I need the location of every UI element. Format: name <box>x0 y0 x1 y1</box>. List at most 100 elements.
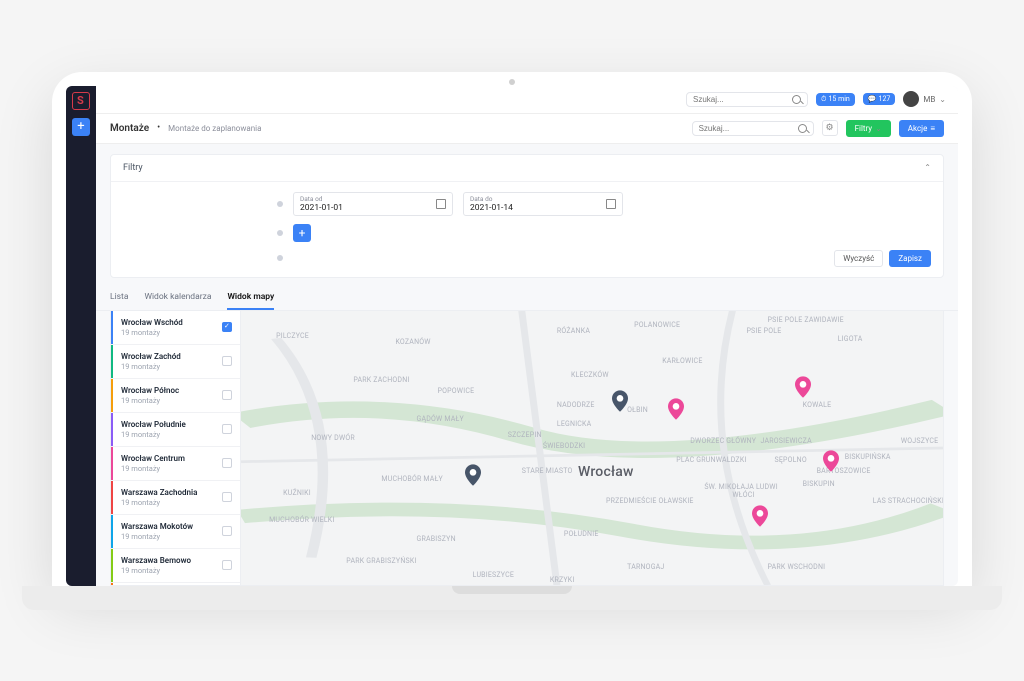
map-district-label: NADODRZE <box>557 401 595 409</box>
global-search[interactable] <box>686 92 808 107</box>
sidebar-item-sub: 19 montaży <box>121 464 185 473</box>
map-pin[interactable] <box>823 450 839 472</box>
map-district-label: KARŁOWICE <box>662 357 702 365</box>
map-district-label: Las Strachociński <box>873 497 943 505</box>
map-district-label: STARE MIASTO <box>522 467 573 475</box>
map-pin[interactable] <box>668 398 684 420</box>
sidebar-item[interactable]: Wrocław Wschód19 montaży <box>111 311 240 345</box>
global-search-input[interactable] <box>693 95 788 104</box>
page-search-input[interactable] <box>699 124 794 133</box>
map-district-label: PILCZYCE <box>276 332 309 340</box>
checkbox[interactable] <box>222 322 232 332</box>
map-district-label: PLAC GRUNWALDZKI <box>676 456 746 464</box>
map-district-label: KOWALE <box>803 401 832 409</box>
page-search[interactable] <box>692 121 814 136</box>
map-district-label: MUCHOBÓR WIELKI <box>269 516 334 524</box>
rail-add-button[interactable]: + <box>72 118 90 136</box>
chevron-up-icon[interactable]: ⌃ <box>924 163 931 172</box>
map-district-label: KOZANÓW <box>395 338 430 346</box>
map-district-label: SZCZEPIN <box>508 431 542 439</box>
user-menu[interactable]: MB ⌄ <box>903 91 946 107</box>
page-subtitle: Montaże do zaplanowania <box>168 124 261 133</box>
map-district-label: MUCHOBÓR MAŁY <box>381 475 443 483</box>
map-district-label: PSIE POLE <box>746 327 781 335</box>
checkbox[interactable] <box>222 560 232 570</box>
sidebar-item[interactable]: Warszawa Zachodnia19 montaży <box>111 481 240 515</box>
filters-button[interactable]: Filtry ⌄ <box>846 120 891 137</box>
checkbox[interactable] <box>222 424 232 434</box>
checkbox[interactable] <box>222 526 232 536</box>
sidebar-item[interactable]: Wrocław Północ19 montaży <box>111 379 240 413</box>
filters-panel: Filtry ⌃ Data od 2021-01-01 Data do 2021… <box>110 154 944 278</box>
map-district-label: GĄDÓW MAŁY <box>417 415 464 423</box>
map-pin[interactable] <box>612 390 628 412</box>
sidebar-item[interactable]: Wrocław Południe19 montaży <box>111 413 240 447</box>
map-district-label: KLECZKÓW <box>571 371 609 379</box>
user-initials: MB <box>923 95 935 104</box>
map-pin[interactable] <box>465 464 481 486</box>
checkbox[interactable] <box>222 458 232 468</box>
date-from-field[interactable]: Data od 2021-01-01 <box>293 192 453 216</box>
map-district-label: WOJSZYCE <box>901 437 938 445</box>
sidebar-item[interactable]: Warszawa Bemowo19 montaży <box>111 549 240 583</box>
sidebar-item-title: Wrocław Wschód <box>121 318 183 327</box>
map-district-label: TARNOGAJ <box>627 563 664 571</box>
map-district-label: SĘPOLNO <box>775 456 807 464</box>
actions-button[interactable]: Akcje ≡ <box>899 120 944 137</box>
sidebar-item[interactable]: Wrocław Centrum19 montaży <box>111 447 240 481</box>
clear-button[interactable]: Wyczyść <box>834 250 883 267</box>
add-filter-button[interactable]: + <box>293 224 311 242</box>
tab-list[interactable]: Lista <box>110 286 128 310</box>
map-city-label: Wrocław <box>578 464 634 480</box>
tab-map[interactable]: Widok mapy <box>227 286 274 310</box>
timer-badge-text: 15 min <box>828 95 849 103</box>
timer-badge[interactable]: ⏱ 15 min <box>816 93 855 106</box>
checkbox[interactable] <box>222 390 232 400</box>
calendar-icon <box>436 199 446 209</box>
sidebar-item[interactable]: Warszawa Śródmieście19 montaży <box>111 583 240 585</box>
settings-button[interactable]: ⚙ <box>822 120 838 136</box>
chevron-down-icon: ⌄ <box>875 124 882 133</box>
sidebar-item-sub: 19 montaży <box>121 532 193 541</box>
app-logo[interactable] <box>72 92 90 110</box>
checkbox[interactable] <box>222 492 232 502</box>
sidebar-item-sub: 19 montaży <box>121 498 197 507</box>
map-pin[interactable] <box>795 376 811 398</box>
sidebar-item[interactable]: Wrocław Zachód19 montaży <box>111 345 240 379</box>
map-district-label: GRABISZYN <box>417 535 456 543</box>
map-canvas[interactable]: PILCZYCEKOZANÓWRÓŻANKAPOLANOWICEPSIE POL… <box>241 311 943 585</box>
sidebar-item-title: Warszawa Bemowo <box>121 556 191 565</box>
page-title: Montaże <box>110 123 149 134</box>
map-district-label: NOWY DWÓR <box>311 434 355 442</box>
date-to-field[interactable]: Data do 2021-01-14 <box>463 192 623 216</box>
menu-icon: ≡ <box>930 124 935 133</box>
map-district-label: Park Zachodni <box>353 376 409 384</box>
map-district-label: POŁUDNIE <box>564 530 599 538</box>
map-district-label: PSIE POLE ZAWIDAWIE <box>768 316 844 324</box>
sidebar-item-title: Warszawa Zachodnia <box>121 488 197 497</box>
map-district-label: POPOWICE <box>438 387 475 395</box>
chevron-down-icon: ⌄ <box>939 95 946 104</box>
map-district-label: Biskupińska <box>845 453 891 461</box>
checkbox[interactable] <box>222 356 232 366</box>
map-district-label: Lubieszyce <box>473 571 514 579</box>
view-tabs: Lista Widok kalendarza Widok mapy <box>96 286 958 311</box>
save-button[interactable]: Zapisz <box>889 250 931 267</box>
sidebar-item-sub: 19 montaży <box>121 328 183 337</box>
filter-dot-icon <box>277 255 283 261</box>
map-district-label: Włóci <box>732 491 754 499</box>
map-district-label: RÓŻANKA <box>557 327 590 335</box>
avatar <box>903 91 919 107</box>
map-district-label: Św. Mikołaja Ludwi <box>704 483 778 491</box>
search-icon <box>798 124 807 133</box>
sidebar-item[interactable]: Warszawa Mokotów19 montaży <box>111 515 240 549</box>
tab-calendar[interactable]: Widok kalendarza <box>144 286 211 310</box>
calendar-icon <box>606 199 616 209</box>
sidebar-item-sub: 19 montaży <box>121 430 186 439</box>
map-district-label: Kuźniki <box>283 489 311 497</box>
sidebar-item-title: Wrocław Północ <box>121 386 179 395</box>
notif-badge[interactable]: 💬 127 <box>863 93 896 105</box>
left-rail: + <box>66 86 96 586</box>
map-pin[interactable] <box>752 505 768 527</box>
sidebar-item-title: Wrocław Południe <box>121 420 186 429</box>
